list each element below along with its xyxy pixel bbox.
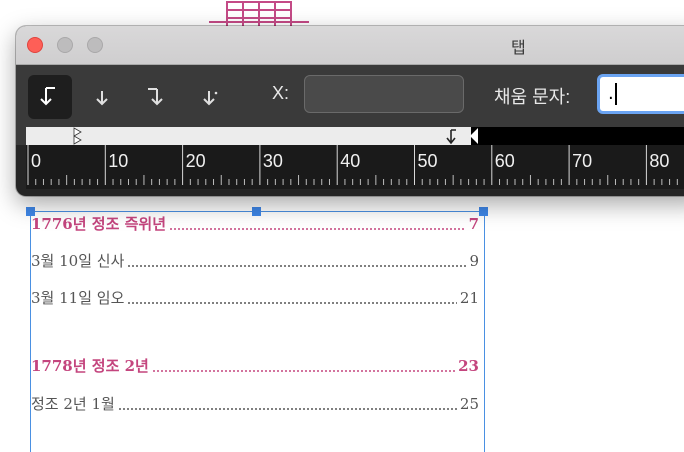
leader-dots [127,265,467,267]
ruler-label: 30 [263,151,283,171]
left-justified-tab-stop-icon[interactable] [445,127,457,145]
toc-title: 3월 11일 임오 [31,289,125,307]
tab-ruler[interactable]: 0 10 20 30 40 50 60 70 80 [26,145,684,189]
leader-dots [169,228,466,230]
toc-entry: 3월 11일 임오 21 [31,287,479,308]
align-on-decimal-tab-icon [203,91,218,106]
fill-character-field[interactable]: . [597,74,684,114]
minimize-button[interactable] [57,37,73,53]
toc-page: 21 [459,289,479,307]
toc-page: 9 [469,252,479,270]
text-frame[interactable] [30,211,485,452]
toc-entry: 정조 2년 1월 25 [31,393,479,414]
right-indent-region [468,127,684,145]
right-justified-tab-icon [148,88,163,106]
tabs-palette-window: 탭 X: 채움 문자: . 0 10 20 30 40 50 60 70 80 [16,26,684,196]
toc-page: 23 [458,357,479,375]
toc-title: 3월 10일 신사 [31,252,125,270]
toc-page: 7 [468,215,479,233]
leader-dots [117,408,457,410]
toc-entry: 3월 10일 신사 9 [31,250,479,271]
ruler-label: 50 [418,151,438,171]
window-title: 탭 [511,40,526,57]
align-on-decimal-tab-button[interactable] [188,75,232,119]
frame-handle-top-right[interactable] [479,207,488,216]
toc-entry: 1776년 정조 즉위년 7 [31,213,479,234]
ruler-label: 0 [31,151,41,171]
ruler-label: 20 [186,151,206,171]
center-justified-tab-button[interactable] [80,75,124,119]
ruler-scale: 0 10 20 30 40 50 60 70 80 [27,145,678,185]
x-position-label: X: [272,83,290,103]
toc-title: 1778년 정조 2년 [31,357,149,375]
title-bar[interactable]: 탭 [16,26,684,65]
x-position-field[interactable] [304,75,464,113]
ruler-label: 70 [572,151,592,171]
right-justified-tab-button[interactable] [132,75,176,119]
left-indent-marker-icon[interactable] [72,127,84,145]
tab-toolbar: X: 채움 문자: . [16,65,684,127]
toc-title: 정조 2년 1월 [31,395,115,413]
ruler-label: 10 [108,151,128,171]
ruler-label: 80 [649,151,669,171]
left-justified-tab-icon [40,87,55,106]
left-justified-tab-button[interactable] [28,75,72,119]
fill-character-value: . [608,83,614,104]
toc-title: 1776년 정조 즉위년 [31,215,166,233]
leader-dots [127,302,457,304]
center-justified-tab-icon [96,91,108,106]
text-caret [614,83,617,105]
right-indent-marker-icon[interactable] [468,127,480,145]
ruler-label: 40 [340,151,360,171]
toc-entry: 1778년 정조 2년 23 [31,355,479,376]
toc-page: 25 [459,395,479,413]
zoom-button[interactable] [87,37,103,53]
indent-marker-area[interactable] [26,127,471,145]
close-button[interactable] [27,37,43,53]
fill-character-label: 채움 문자: [494,87,571,107]
ruler-label: 60 [495,151,515,171]
leader-dots [151,370,456,372]
